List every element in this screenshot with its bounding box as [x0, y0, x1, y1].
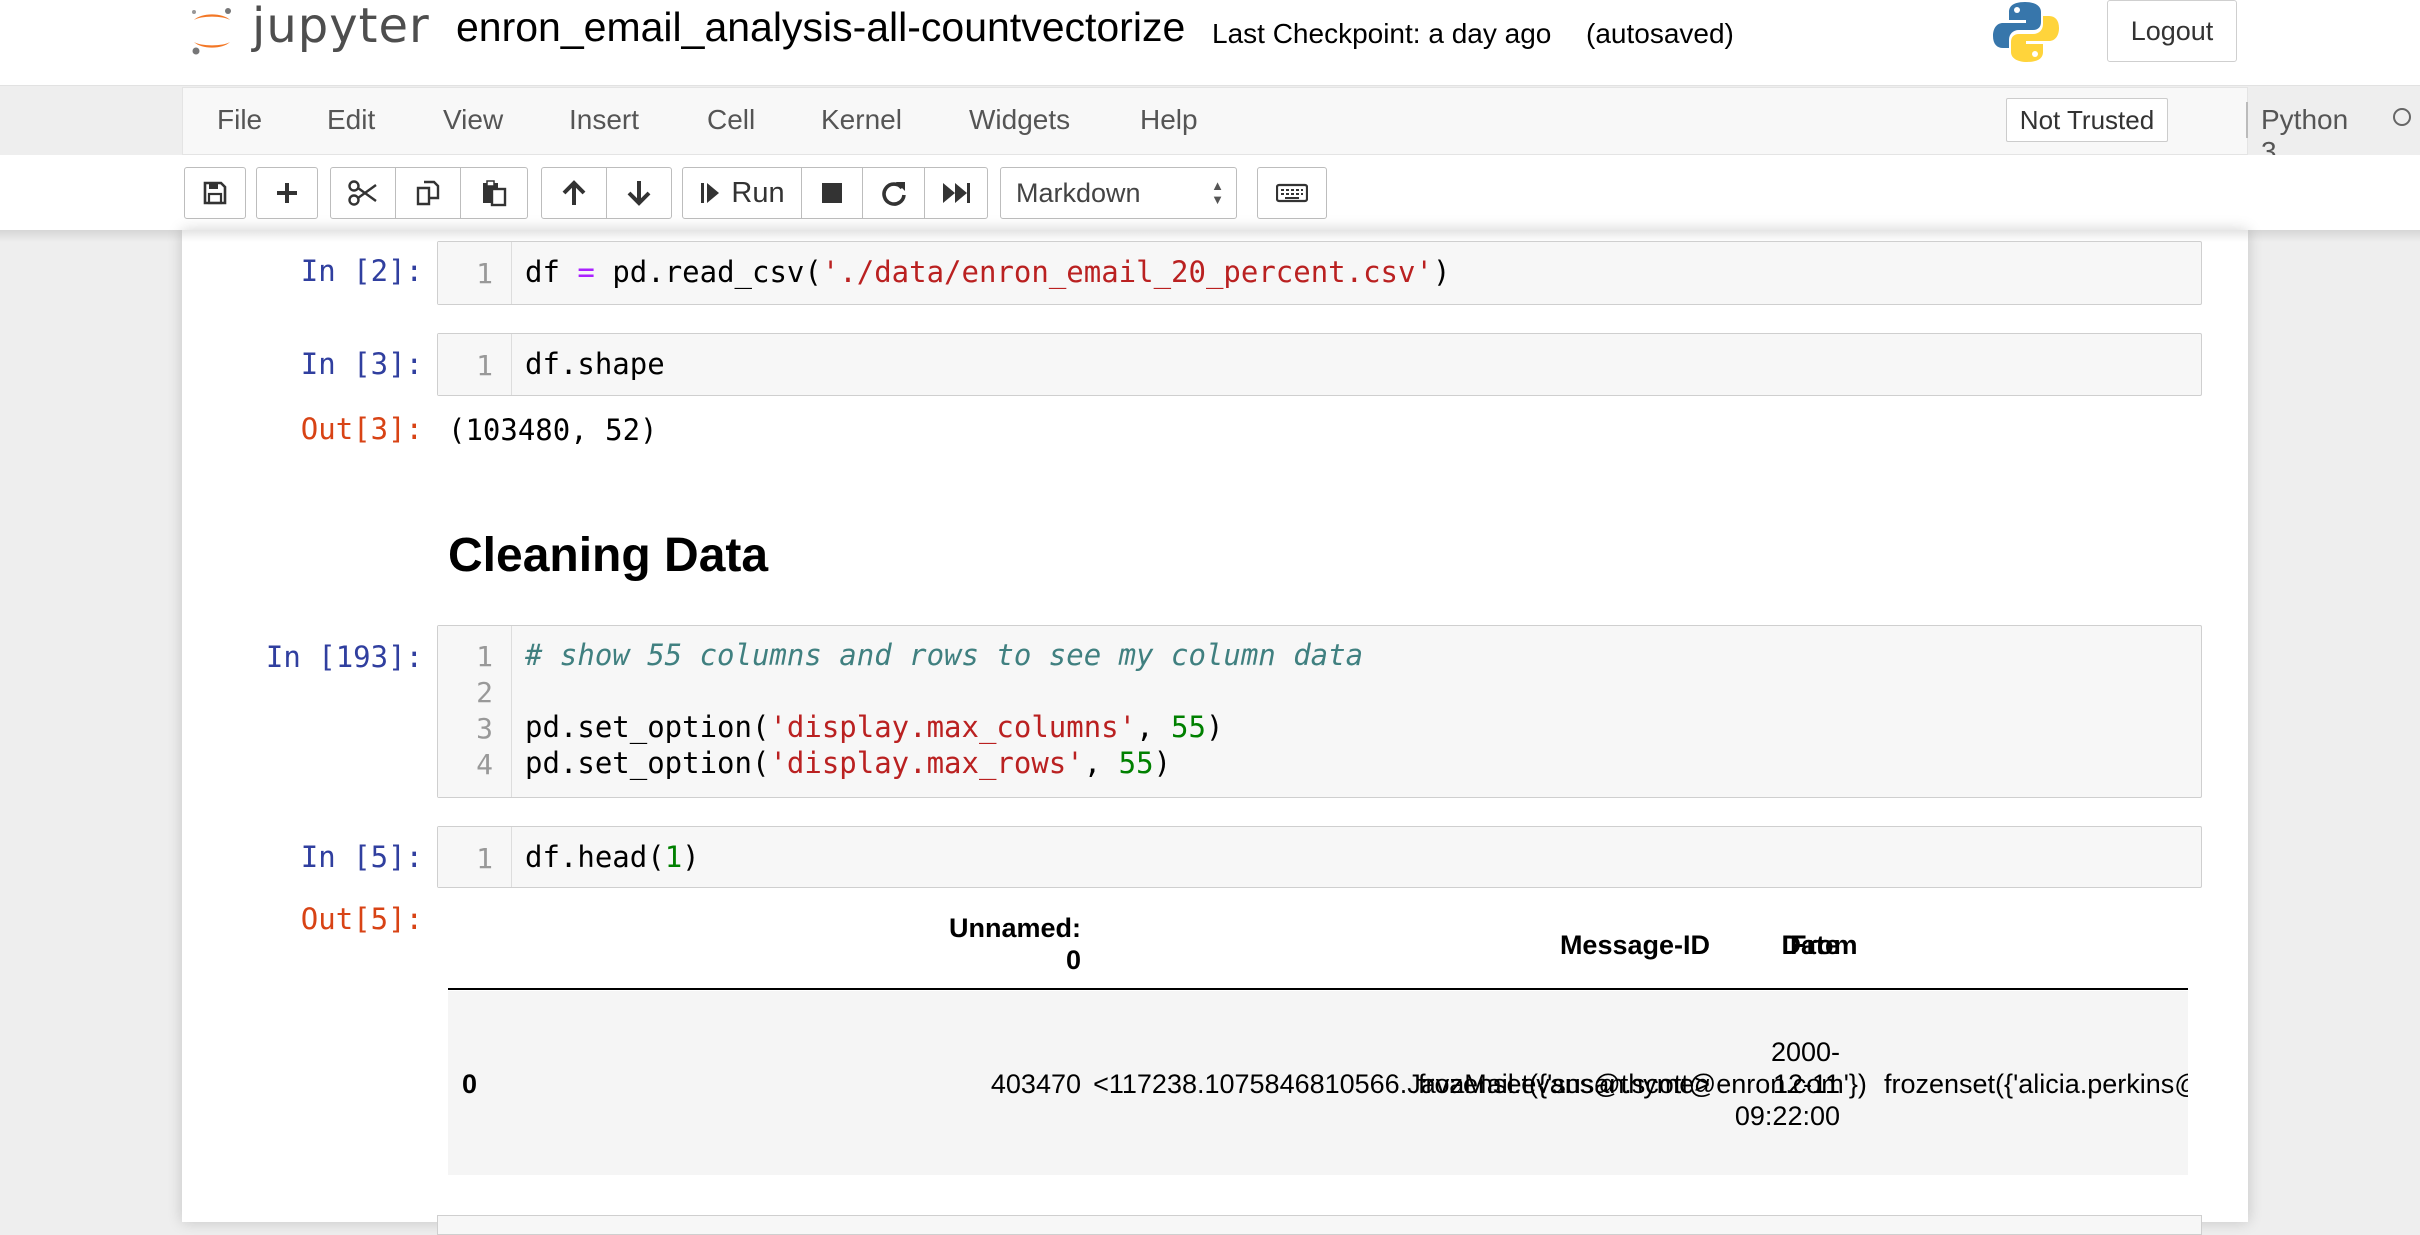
menubar: File Edit View Insert Cell Kernel Widget…: [182, 87, 2411, 167]
code-line: df = pd.read_csv('./data/enron_email_20_…: [525, 255, 1451, 289]
save-icon: [203, 181, 227, 205]
save-button[interactable]: [184, 167, 246, 219]
output-text: (103480, 52): [448, 413, 658, 447]
line-number: 1: [476, 842, 493, 875]
cell-date-line-3: 09:22:00: [1734, 1101, 1840, 1131]
output-prompt: Out[3]:: [300, 412, 423, 446]
markdown-heading[interactable]: Cleaning Data: [448, 528, 768, 583]
input-prompt: In [193]:: [265, 640, 423, 674]
copy-icon: [416, 180, 440, 206]
run-label: Run: [731, 176, 785, 209]
input-prompt: In [3]:: [300, 347, 423, 381]
checkpoint-status: Last Checkpoint: a day ago: [1212, 18, 1552, 49]
run-button[interactable]: Run: [682, 167, 802, 219]
paste-icon: [483, 180, 507, 207]
cell-unnamed: 403470: [990, 1069, 1081, 1099]
line-number: 1: [476, 640, 493, 673]
menu-view[interactable]: View: [443, 104, 503, 136]
logo-text: jupyter: [252, 0, 430, 54]
column-header-from: From: [1790, 930, 1858, 960]
code-line: df.head(1): [525, 840, 700, 874]
restart-icon: [881, 182, 906, 206]
code-cell-shape[interactable]: 1 df.shape: [437, 333, 2202, 396]
code-cell-head[interactable]: 1 df.head(1): [437, 826, 2202, 888]
trust-notebook-button[interactable]: Not Trusted: [2006, 98, 2168, 142]
cell-from: frozenset({'susan.scott@enron.com'}): [1418, 1069, 1867, 1099]
output-prompt: Out[5]:: [300, 902, 423, 936]
kernel-divider: [2246, 102, 2248, 138]
cut-button[interactable]: [330, 167, 396, 219]
dataframe-table: Unnamed: 0 Message-ID Date From 0 403470…: [448, 905, 2188, 1175]
python-logo-icon: [1993, 2, 2059, 62]
fast-forward-icon: [943, 183, 970, 203]
code-line: pd.set_option('display.max_columns', 55): [525, 710, 1224, 744]
cell-type-select[interactable]: Markdown ▲ ▼: [1000, 167, 1237, 219]
plus-icon: [277, 183, 297, 203]
menu-help[interactable]: Help: [1140, 104, 1198, 136]
restart-button[interactable]: [862, 167, 925, 219]
keyboard-icon: [1276, 183, 1308, 203]
select-arrows-icon: ▲ ▼: [1211, 178, 1224, 207]
stop-icon: [822, 183, 842, 203]
paste-button[interactable]: [460, 167, 528, 219]
cell-date-line-1: 2000-: [1770, 1037, 1840, 1067]
autosave-status: (autosaved): [1586, 18, 1734, 49]
table-header-rule: [448, 988, 2188, 990]
line-number: 1: [476, 349, 493, 382]
site-header: jupyter enron_email_analysis-all-countve…: [0, 0, 2420, 86]
run-icon: [701, 183, 720, 203]
jupyter-logo[interactable]: jupyter: [188, 0, 430, 64]
notebook-title[interactable]: enron_email_analysis-all-countvectorize: [456, 4, 1185, 51]
move-down-button[interactable]: [606, 167, 672, 219]
line-number: 3: [476, 712, 493, 745]
code-cell-read-csv[interactable]: 1 df = pd.read_csv('./data/enron_email_2…: [437, 241, 2202, 305]
menu-edit[interactable]: Edit: [327, 104, 375, 136]
menu-widgets[interactable]: Widgets: [969, 104, 1070, 136]
copy-button[interactable]: [395, 167, 461, 219]
cut-icon: [348, 180, 377, 206]
logout-button[interactable]: Logout: [2107, 0, 2237, 62]
line-number: 1: [476, 257, 493, 290]
arrow-up-icon: [562, 180, 586, 205]
column-header-unnamed: Unnamed:: [948, 913, 1081, 943]
interrupt-button[interactable]: [801, 167, 863, 219]
menu-cell[interactable]: Cell: [707, 104, 755, 136]
code-line: df.shape: [525, 347, 665, 381]
next-code-cell[interactable]: [437, 1215, 2202, 1235]
kernel-idle-indicator-icon: [2393, 108, 2411, 126]
code-comment: # show 55 columns and rows to see my col…: [525, 638, 1364, 672]
column-header-unnamed-index: 0: [1065, 945, 1081, 975]
menu-kernel[interactable]: Kernel: [821, 104, 902, 136]
column-header-message-id: Message-ID: [1559, 930, 1710, 960]
restart-run-all-button[interactable]: [924, 167, 988, 219]
line-number: 4: [476, 748, 493, 781]
line-number: 2: [476, 676, 493, 709]
input-prompt: In [5]:: [300, 840, 423, 874]
menu-file[interactable]: File: [217, 104, 262, 136]
arrow-down-icon: [627, 181, 651, 206]
row-index: 0: [462, 1069, 478, 1099]
cell-to: frozenset({'alicia.perkins@: [1884, 1069, 2188, 1099]
code-line: pd.set_option('display.max_rows', 55): [525, 746, 1172, 780]
cell-type-value: Markdown: [1016, 177, 1141, 208]
insert-cell-button[interactable]: [256, 167, 318, 219]
menu-insert[interactable]: Insert: [569, 104, 639, 136]
input-prompt: In [2]:: [300, 254, 423, 288]
command-palette-button[interactable]: [1257, 167, 1327, 219]
jupyter-logo-icon: [192, 8, 231, 55]
move-up-button[interactable]: [541, 167, 607, 219]
code-cell-set-options[interactable]: 1 2 3 4 # show 55 columns and rows to se…: [437, 625, 2202, 798]
